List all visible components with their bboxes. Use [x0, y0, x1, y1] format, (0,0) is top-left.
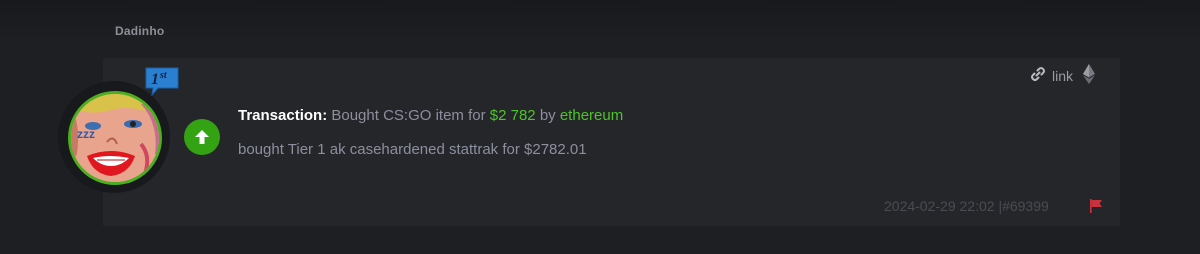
rank-badge-number: 1 — [151, 71, 159, 88]
link-label[interactable]: link — [1052, 68, 1073, 84]
chain-link-icon — [1030, 66, 1046, 87]
by-text: by — [539, 107, 556, 124]
post-id[interactable]: #69399 — [1002, 198, 1049, 214]
svg-text:zzz: zzz — [77, 127, 95, 141]
post-page: Dadinho zzz 1 st Transaction: Bought CS:… — [0, 0, 1200, 254]
rank-badge-suffix: st — [159, 70, 168, 81]
avatar[interactable]: zzz — [68, 91, 162, 185]
rank-badge: 1 st — [144, 66, 180, 97]
transaction-amount: $2 782 — [489, 107, 536, 124]
transaction-summary: Transaction: Bought CS:GO item for $2 78… — [238, 107, 623, 124]
arrow-up-icon[interactable] — [184, 119, 220, 155]
transaction-label: Transaction: — [238, 107, 328, 124]
post-meta: 2024-02-29 22:02 |#69399 — [884, 198, 1049, 214]
transaction-details: bought Tier 1 ak casehardened stattrak f… — [238, 141, 587, 158]
ethereum-icon — [1083, 63, 1096, 89]
link-button[interactable]: link — [1030, 63, 1096, 89]
flag-icon[interactable] — [1089, 199, 1103, 218]
transaction-currency[interactable]: ethereum — [560, 107, 623, 124]
username[interactable]: Dadinho — [115, 24, 164, 38]
transaction-description: Bought CS:GO item for — [331, 107, 486, 124]
avatar-frame: zzz — [58, 81, 170, 193]
timestamp: 2024-02-29 22:02 — [884, 198, 995, 214]
